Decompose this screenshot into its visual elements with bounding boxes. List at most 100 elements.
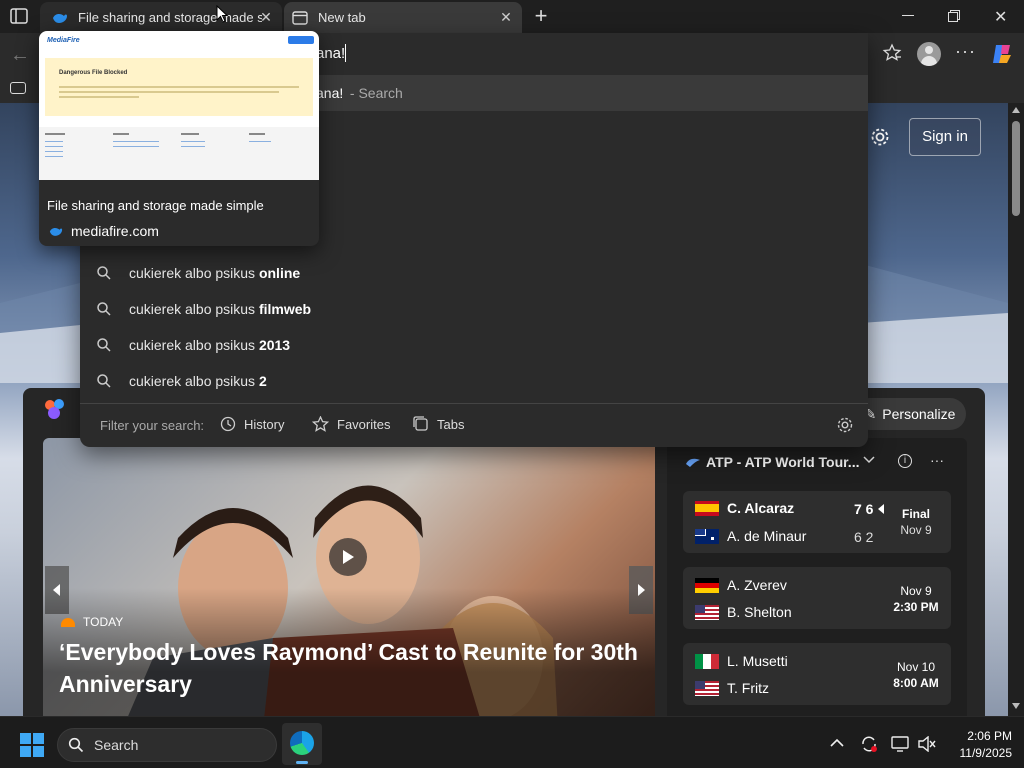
match-card[interactable]: L. Musetti T. Fritz Nov 10 8:00 AM	[683, 643, 951, 705]
australia-flag-icon	[695, 528, 719, 544]
edge-taskbar-button[interactable]	[282, 723, 322, 765]
hero-headline[interactable]: ‘Everybody Loves Raymond’ Cast to Reunit…	[59, 636, 649, 700]
suggestion-bold: online	[258, 265, 301, 281]
sign-in-button[interactable]: Sign in	[909, 118, 981, 156]
tab-actions-icon[interactable]	[10, 8, 28, 24]
tab-hover-preview: MediaFire Dangerous File Blocked File sh…	[39, 31, 319, 246]
player-row: A. Zverev	[695, 577, 787, 593]
close-tab-icon[interactable]: ✕	[258, 9, 274, 25]
sports-title[interactable]: ATP - ATP World Tour...	[706, 454, 859, 470]
sync-icon[interactable]	[860, 735, 878, 753]
thumb-lines	[59, 86, 299, 88]
thumb-banner: Dangerous File Blocked	[45, 58, 313, 116]
suggestion-bold: 2013	[258, 337, 291, 353]
settings-gear-icon[interactable]	[869, 126, 891, 148]
tab-new-tab[interactable]: New tab ✕	[284, 2, 522, 33]
chevron-down-icon[interactable]	[863, 456, 875, 464]
volume-muted-icon[interactable]	[918, 736, 936, 752]
player-name: T. Fritz	[727, 680, 769, 696]
filter-history-button[interactable]: History	[220, 416, 284, 432]
player-name: L. Musetti	[727, 653, 788, 669]
suggestion-bold: filmweb	[258, 301, 312, 317]
scroll-up-icon[interactable]	[1012, 107, 1020, 113]
suggestion-prefix: cukierek albo psikus	[129, 301, 259, 317]
star-icon	[312, 416, 329, 432]
filter-label-text: Tabs	[437, 416, 465, 432]
thumb-footer-links	[113, 141, 159, 151]
suggestion-prefix: cukierek albo psikus	[129, 265, 259, 281]
history-icon	[220, 416, 236, 432]
suggestion-item[interactable]: cukierek albo psikus filmweb	[80, 291, 868, 327]
mouse-cursor-icon	[216, 5, 228, 23]
search-icon	[68, 737, 84, 753]
close-window-icon[interactable]: ✕	[994, 7, 1007, 27]
taskbar-search-box[interactable]: Search	[57, 728, 277, 762]
today-logo-icon	[61, 617, 75, 627]
spain-flag-icon	[695, 500, 719, 516]
restore-icon[interactable]	[948, 10, 960, 22]
player-row: T. Fritz	[695, 680, 769, 696]
dropdown-settings-gear-icon[interactable]	[836, 416, 854, 434]
edge-icon	[290, 731, 314, 755]
favorites-star-icon[interactable]	[882, 43, 902, 63]
preview-thumbnail: MediaFire Dangerous File Blocked	[39, 31, 319, 180]
match-date: 8:00 AM	[893, 676, 939, 690]
widget-more-icon[interactable]: ···	[930, 452, 944, 468]
clock-time[interactable]: 2:06 PM	[948, 729, 1012, 743]
dropdown-divider	[80, 403, 868, 404]
thumb-footer-links	[45, 141, 63, 161]
usa-flag-icon	[695, 604, 719, 620]
preview-domain: mediafire.com	[71, 223, 159, 239]
chevron-up-icon[interactable]	[830, 738, 844, 747]
info-icon[interactable]: i	[898, 454, 912, 468]
thumb-footer-line	[181, 133, 199, 135]
hero-card[interactable]: TODAY ‘Everybody Loves Raymond’ Cast to …	[43, 438, 655, 716]
thumb-footer-line	[45, 133, 65, 135]
clock-date[interactable]: 11/9/2025	[940, 746, 1013, 760]
new-tab-plus-icon[interactable]: +	[531, 5, 551, 27]
match-card[interactable]: A. Zverev B. Shelton Nov 9 2:30 PM	[683, 567, 951, 629]
top-suggestion-text: ana!	[316, 85, 344, 101]
thumb-logo: MediaFire	[47, 37, 80, 44]
match-card[interactable]: C. Alcaraz A. de Minaur 7 6 6 2 Final No…	[683, 491, 951, 553]
winner-arrow-icon	[878, 504, 884, 514]
back-arrow-icon[interactable]: ←	[10, 44, 30, 67]
minimize-icon[interactable]	[902, 15, 914, 16]
play-video-button[interactable]	[329, 538, 367, 576]
suggestion-item[interactable]: cukierek albo psikus 2	[80, 363, 868, 399]
display-icon[interactable]	[891, 736, 909, 752]
page-scrollbar[interactable]	[1008, 103, 1024, 716]
more-menu-icon[interactable]: ···	[955, 41, 976, 62]
personalize-button[interactable]: ✎ Personalize	[854, 398, 966, 430]
player-name: B. Shelton	[727, 604, 792, 620]
suggestion-text: cukierek albo psikus online	[129, 265, 300, 281]
search-icon	[96, 265, 112, 281]
suggestion-prefix: cukierek albo psikus	[129, 373, 259, 389]
scroll-thumb[interactable]	[1012, 121, 1020, 216]
profile-avatar[interactable]	[917, 42, 941, 66]
player-name: A. Zverev	[727, 577, 787, 593]
msn-logo-icon	[43, 398, 69, 422]
mediafire-icon	[49, 226, 63, 237]
tab-mediafire[interactable]: File sharing and storage made simple ✕	[40, 2, 282, 33]
thumb-lines	[59, 96, 139, 98]
filter-favorites-button[interactable]: Favorites	[312, 416, 390, 432]
thumb-footer-links	[249, 141, 271, 146]
windows-start-icon[interactable]	[20, 733, 44, 757]
copilot-icon[interactable]	[990, 42, 1014, 66]
atp-logo-icon	[686, 457, 700, 467]
score-set2: 6 2	[854, 529, 874, 545]
suggestion-item[interactable]: cukierek albo psikus 2013	[80, 327, 868, 363]
scroll-down-icon[interactable]	[1012, 703, 1020, 709]
suggestion-text: cukierek albo psikus 2013	[129, 337, 290, 353]
germany-flag-icon	[695, 577, 719, 593]
suggestion-item[interactable]: cukierek albo psikus online	[80, 255, 868, 291]
collections-icon[interactable]	[10, 82, 26, 94]
close-tab-icon[interactable]: ✕	[498, 9, 514, 25]
thumb-footer-line	[113, 133, 129, 135]
active-app-indicator	[296, 761, 308, 764]
player-row: B. Shelton	[695, 604, 792, 620]
filter-tabs-button[interactable]: Tabs	[413, 416, 464, 432]
suggestion-bold: 2	[258, 373, 267, 389]
personalize-label: Personalize	[882, 406, 956, 422]
